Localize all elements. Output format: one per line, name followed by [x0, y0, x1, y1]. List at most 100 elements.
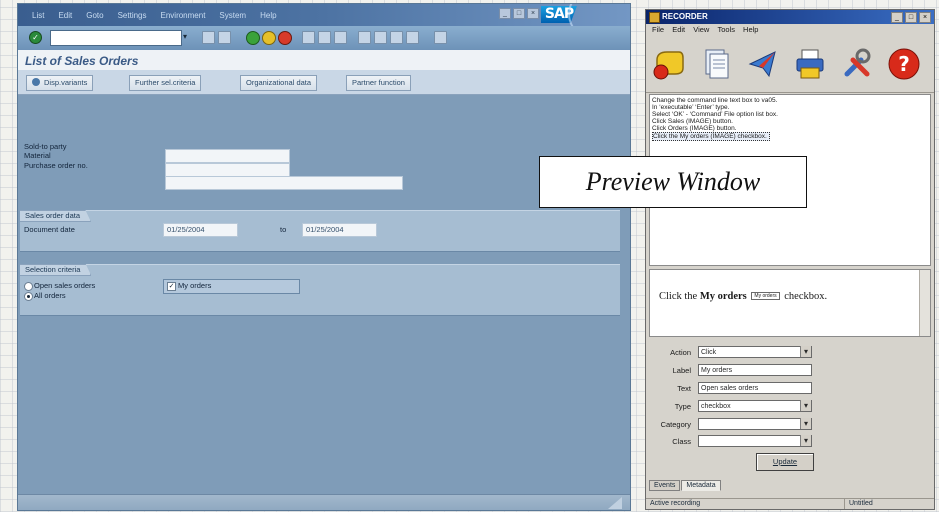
- create-session-icon[interactable]: [434, 31, 447, 44]
- chevron-down-icon[interactable]: ▾: [183, 32, 192, 42]
- class-select[interactable]: [698, 435, 812, 447]
- tab-events[interactable]: Events: [649, 480, 681, 491]
- list-item[interactable]: Change the command line text box to va05…: [652, 97, 777, 104]
- document-icon[interactable]: [698, 46, 734, 82]
- sold-to-party-input[interactable]: [165, 149, 290, 163]
- selection-criteria-title: Selection criteria: [20, 264, 92, 276]
- all-orders-radio[interactable]: [24, 292, 33, 301]
- page-title-bar: List of Sales Orders: [18, 50, 630, 71]
- send-icon[interactable]: [745, 46, 781, 82]
- document-date-to-input[interactable]: 01/25/2004: [302, 223, 377, 237]
- further-sel-criteria-button[interactable]: Further sel.criteria: [129, 75, 202, 91]
- step-preview-pane: Click the My orders My orders checkbox.: [649, 269, 931, 337]
- recording-status: Active recording: [650, 500, 701, 507]
- command-field[interactable]: [50, 30, 182, 46]
- menu-tools[interactable]: Tools: [717, 25, 735, 34]
- menu-goto[interactable]: Goto: [86, 11, 103, 20]
- first-page-icon[interactable]: [358, 31, 371, 44]
- tab-metadata[interactable]: Metadata: [681, 480, 721, 491]
- open-sales-orders-radio[interactable]: [24, 282, 33, 291]
- maximize-icon[interactable]: □: [513, 8, 525, 19]
- selection-screen: Sold-to party Material Purchase order no…: [20, 114, 620, 492]
- list-item[interactable]: Select ‘OK’ - ‘Command’ File option list…: [652, 111, 778, 118]
- menu-list[interactable]: List: [32, 11, 44, 20]
- list-item[interactable]: In ‘executable’ ‘Enter’ type.: [652, 104, 729, 111]
- preview-scrollbar[interactable]: [919, 270, 930, 336]
- print-icon[interactable]: [302, 31, 315, 44]
- record-icon[interactable]: [651, 46, 687, 82]
- resize-grip-icon[interactable]: [608, 497, 622, 509]
- disp-variants-button[interactable]: Disp.variants: [26, 75, 94, 91]
- step-preview-text: Click the My orders My orders checkbox.: [659, 291, 827, 302]
- sales-order-data-group: Sales order data Document date 01/25/200…: [20, 210, 620, 252]
- menu-help[interactable]: Help: [260, 11, 276, 20]
- save-icon[interactable]: [202, 31, 215, 44]
- organizational-data-button[interactable]: Organizational data: [240, 75, 318, 91]
- sap-menubar: List Edit Goto Settings Environment Syst…: [18, 4, 630, 46]
- material-label: Material: [24, 151, 51, 160]
- print-icon[interactable]: [792, 46, 828, 82]
- recorder-toolbar: ?: [646, 38, 934, 93]
- update-button[interactable]: Update: [756, 453, 814, 471]
- preview-text-bold: My orders: [699, 291, 747, 302]
- last-page-icon[interactable]: [406, 31, 419, 44]
- cancel-icon[interactable]: [278, 31, 292, 45]
- label-label: Label: [672, 366, 691, 375]
- next-page-icon[interactable]: [390, 31, 403, 44]
- sold-to-party-label: Sold-to party: [24, 142, 67, 151]
- sap-window-controls: _ □ ×: [499, 8, 539, 19]
- exit-icon[interactable]: [262, 31, 276, 45]
- label-input[interactable]: My orders: [698, 364, 812, 376]
- recorder-titlebar: RECORDER _ □ ×: [646, 10, 934, 24]
- recorder-status-bar: Active recording Untitled: [646, 498, 934, 509]
- category-label: Category: [660, 420, 691, 429]
- back-icon[interactable]: [246, 31, 260, 45]
- enter-icon[interactable]: ✓: [29, 31, 42, 44]
- tools-icon[interactable]: [839, 46, 875, 82]
- action-label: Action: [670, 348, 691, 357]
- partner-function-button[interactable]: Partner function: [346, 75, 411, 91]
- list-item-selected[interactable]: Click the My orders (IMAGE) checkbox.: [652, 132, 770, 141]
- recorder-window: RECORDER _ □ × File Edit View Tools Help: [645, 9, 935, 510]
- previous-page-icon[interactable]: [374, 31, 387, 44]
- menu-help[interactable]: Help: [743, 25, 758, 34]
- help-icon[interactable]: ?: [886, 46, 922, 82]
- all-orders-label: All orders: [34, 291, 66, 300]
- list-item[interactable]: Click Sales (IMAGE) button.: [652, 118, 733, 125]
- sap-status-bar: [18, 494, 630, 510]
- document-date-from-input[interactable]: 01/25/2004: [163, 223, 238, 237]
- find-next-icon[interactable]: [334, 31, 347, 44]
- type-select[interactable]: checkbox: [698, 400, 812, 412]
- class-label: Class: [672, 437, 691, 446]
- purchase-order-label: Purchase order no.: [24, 161, 88, 170]
- document-status: Untitled: [844, 499, 919, 509]
- find-icon[interactable]: [318, 31, 331, 44]
- menu-settings[interactable]: Settings: [118, 11, 147, 20]
- menu-system[interactable]: System: [219, 11, 246, 20]
- recorder-title: RECORDER: [662, 12, 708, 21]
- menu-view[interactable]: View: [693, 25, 709, 34]
- list-item[interactable]: Click Orders (IMAGE) button.: [652, 125, 737, 132]
- text-input[interactable]: Open sales orders: [698, 382, 812, 394]
- action-select[interactable]: Click: [698, 346, 812, 358]
- minimize-icon[interactable]: _: [891, 12, 903, 23]
- preview-window-label: Preview Window: [539, 156, 807, 208]
- recorder-menubar: File Edit View Tools Help: [646, 25, 934, 37]
- material-input[interactable]: [165, 163, 290, 177]
- svg-text:?: ?: [898, 52, 910, 76]
- application-toolbar: Disp.variants Further sel.criteria Organ…: [18, 70, 630, 95]
- close-icon[interactable]: ×: [527, 8, 539, 19]
- document-date-label: Document date: [24, 225, 75, 234]
- menu-edit[interactable]: Edit: [672, 25, 685, 34]
- menu-file[interactable]: File: [652, 25, 664, 34]
- minimize-icon[interactable]: _: [499, 8, 511, 19]
- maximize-icon[interactable]: □: [905, 12, 917, 23]
- save-icon-2[interactable]: [218, 31, 231, 44]
- menu-environment[interactable]: Environment: [161, 11, 206, 20]
- my-orders-checkbox[interactable]: ✓: [167, 282, 176, 291]
- close-icon[interactable]: ×: [919, 12, 931, 23]
- menu-edit[interactable]: Edit: [58, 11, 72, 20]
- recorder-app-icon: [649, 12, 660, 23]
- purchase-order-input[interactable]: [165, 176, 403, 190]
- category-select[interactable]: [698, 418, 812, 430]
